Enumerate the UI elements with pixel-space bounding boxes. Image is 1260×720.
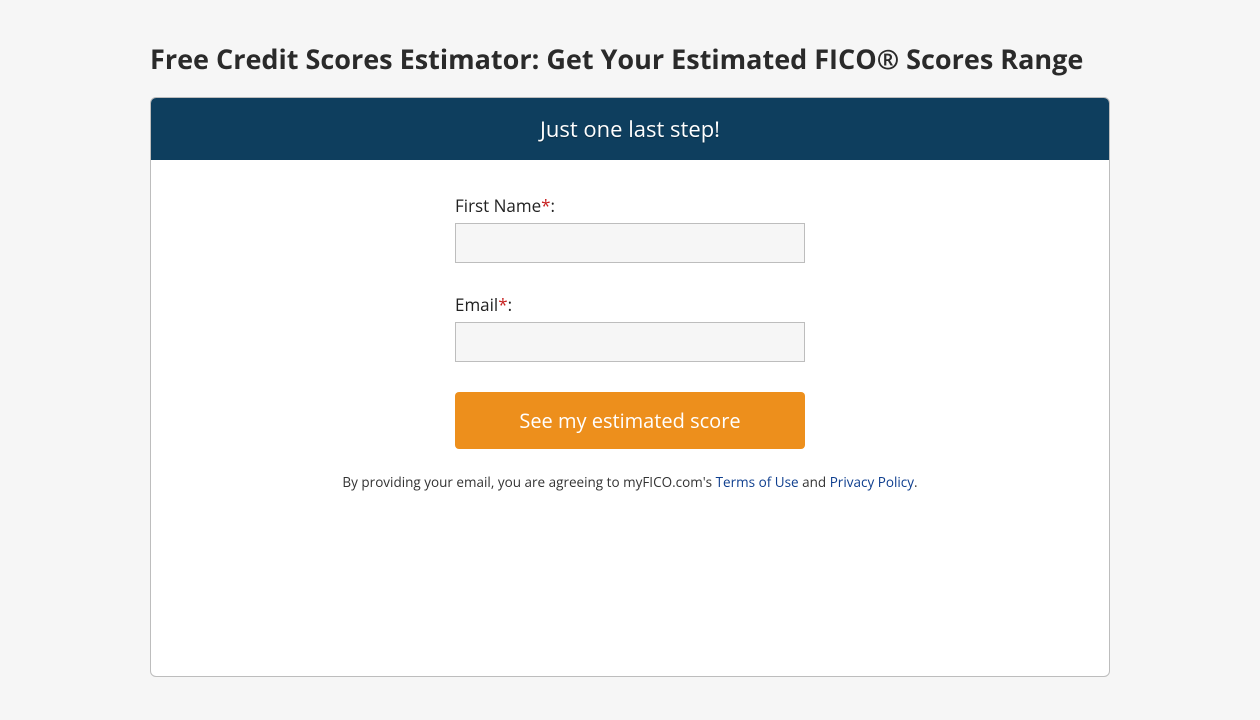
disclaimer-text: By providing your email, you are agreein… [151,473,1109,491]
terms-of-use-link[interactable]: Terms of Use [716,473,799,491]
email-label: Email*: [455,293,805,316]
required-marker: * [498,293,507,316]
disclaimer-suffix: . [914,473,918,491]
email-row: Email*: [455,293,805,362]
disclaimer-middle: and [799,473,830,491]
first-name-label: First Name*: [455,194,805,217]
form-area: First Name*: Email*: See my estimated sc… [151,160,1109,491]
email-input[interactable] [455,322,805,362]
page-title: Free Credit Scores Estimator: Get Your E… [150,40,1110,77]
submit-button[interactable]: See my estimated score [455,392,805,449]
form-card: Just one last step! First Name*: Email*:… [150,97,1110,677]
first-name-label-text: First Name [455,194,541,217]
card-header: Just one last step! [151,98,1109,160]
label-colon: : [551,194,555,217]
label-colon: : [508,293,512,316]
required-marker: * [541,194,550,217]
first-name-input[interactable] [455,223,805,263]
first-name-row: First Name*: [455,194,805,263]
disclaimer-prefix: By providing your email, you are agreein… [342,473,715,491]
privacy-policy-link[interactable]: Privacy Policy [830,473,914,491]
email-label-text: Email [455,293,498,316]
page-container: Free Credit Scores Estimator: Get Your E… [150,40,1110,677]
